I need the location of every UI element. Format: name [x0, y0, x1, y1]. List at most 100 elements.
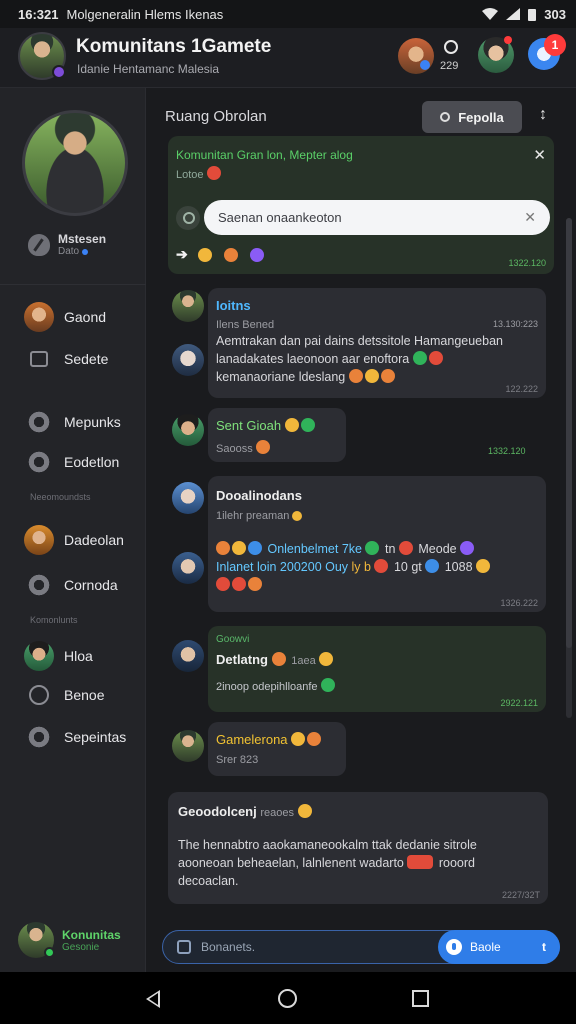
sidebar-divider [0, 284, 146, 285]
sidebar-footer[interactable]: Konunitas Gesonie [18, 922, 121, 958]
message-time: 2922.121 [500, 698, 538, 708]
recents-icon[interactable] [412, 990, 429, 1007]
message-avatar[interactable] [172, 290, 204, 322]
status-title: Molgeneralin Hlems Ikenas [66, 6, 224, 22]
sidebar-item-sedete[interactable]: Sedete [24, 351, 108, 367]
members-ring-icon[interactable] [444, 40, 458, 54]
message-sub-text: 2inoop odepihlloanfe [216, 681, 318, 693]
emoji-icon[interactable] [197, 247, 212, 262]
emoji-icon [284, 418, 299, 432]
sidebar-item-label: Eodetlon [64, 454, 120, 470]
emoji-icon [232, 541, 246, 555]
settings-icon [27, 450, 51, 474]
sidebar-item-gaond[interactable]: Gaond [24, 302, 106, 332]
sidebar-item-dadeolan[interactable]: Dadeolan [24, 525, 124, 555]
online-dot-icon [44, 947, 55, 958]
emoji-icon [255, 440, 270, 454]
message-bubble[interactable]: Sent Gioah Saooss [208, 408, 346, 462]
emoji-icon [425, 559, 440, 573]
message-avatar[interactable] [172, 482, 204, 514]
emoji-icon [216, 541, 230, 555]
sidebar-item-eodetlon[interactable]: Eodetlon [24, 450, 119, 474]
signal-icon [506, 8, 521, 20]
message-bubble[interactable]: Ioitns Ilens Bened 13.130:223 Aemtrakan … [208, 288, 546, 398]
emoji-icon [248, 577, 262, 591]
attach-icon[interactable] [177, 940, 191, 954]
emoji-icon[interactable] [223, 247, 238, 262]
emoji-icon [320, 678, 335, 692]
emoji-icon [428, 351, 443, 365]
message-sub-text: 1ilehr preaman [216, 510, 290, 522]
status-time: 16:321 [18, 6, 59, 22]
clear-icon[interactable]: ✕ [524, 209, 536, 226]
message-tag: Goowvi [216, 634, 250, 645]
send-button-label: Baole [470, 940, 501, 954]
message-time: 122.222 [505, 384, 538, 394]
sidebar-item-label: Benoe [64, 687, 105, 703]
sidebar-item-hloa[interactable]: Hloa [24, 641, 93, 671]
emoji-icon [319, 652, 334, 666]
message-avatar[interactable] [172, 552, 204, 584]
message-bubble[interactable]: Goowvi Detlatng 1aea 2inoop odepihlloanf… [208, 626, 546, 712]
message-avatar[interactable] [172, 344, 204, 376]
system-navbar [0, 972, 576, 1024]
status-system-icons: 303 [482, 7, 566, 22]
send-button[interactable]: Baole t [438, 930, 560, 964]
member-avatar-1[interactable] [398, 38, 434, 74]
message-text: Onlenbelmet 7ke tn Meode Inlanet loin 20… [216, 540, 538, 594]
message-author: Dooalinodans [216, 488, 302, 503]
user-avatar [18, 922, 55, 958]
message-bubble[interactable]: Geoodolcenj reaoes The hennabtro aaokama… [168, 792, 548, 904]
badge-icon [27, 725, 51, 749]
search-input[interactable]: Saenan onaankeoton ✕ [204, 200, 550, 235]
message-line-text: rooord [438, 856, 475, 870]
compass-icon [29, 685, 49, 705]
message-text: Aemtrakan dan pai dains detssitole Haman… [216, 332, 538, 386]
sidebar-item-mepunks[interactable]: Mepunks [24, 410, 121, 434]
profile-button[interactable]: Fepolla [422, 101, 522, 133]
emoji-icon [291, 732, 306, 746]
emoji-icon [460, 541, 475, 555]
message-line-text: lanadakates laeonoon aar enoftora [216, 352, 410, 366]
page-subtitle: Idanie Hentamanc Malesia [77, 62, 220, 76]
character-icon [24, 525, 54, 555]
message-bubble[interactable]: Dooalinodans 1ilehr preaman Onlenbelmet … [208, 476, 546, 612]
sidebar-section-label: Neeomoundsts [30, 492, 91, 502]
profile-status-text: Dato [58, 246, 80, 257]
forward-icon[interactable]: ➔ [176, 246, 188, 263]
message-highlight: Onlenbelmet 7ke [267, 542, 362, 556]
message-avatar[interactable] [172, 730, 204, 762]
member-online-dot [420, 60, 430, 70]
message-line: Inlanet loin 200200 Ouy ly b 10 gt 1088 [216, 558, 538, 576]
emoji-icon [365, 541, 380, 555]
sidebar-item-benoe[interactable]: Benoe [24, 685, 104, 705]
back-icon[interactable] [146, 990, 160, 1008]
message-line-text: Meode [418, 542, 457, 556]
home-icon[interactable] [278, 989, 297, 1008]
emoji-icon [364, 369, 379, 383]
message-author: Sent Gioah [216, 418, 317, 433]
search-icon[interactable] [176, 206, 200, 230]
emoji-icon [271, 652, 286, 666]
message-sub: 1ilehr preaman [216, 510, 304, 522]
emoji-icon [412, 351, 427, 365]
cog-icon [27, 573, 51, 597]
close-icon[interactable]: ✕ [533, 146, 546, 164]
profile-avatar[interactable] [22, 110, 128, 216]
message-bubble[interactable]: Gamelerona Srer 823 [208, 722, 346, 776]
message-avatar[interactable] [172, 640, 204, 672]
send-more-label: t [542, 940, 546, 954]
footer-title: Konunitas [62, 927, 121, 942]
menu-icon[interactable]: ↕ [530, 106, 556, 128]
message-avatar[interactable] [172, 414, 204, 446]
sidebar-item-label: Hloa [64, 648, 93, 664]
pinned-actions: ➔ [176, 246, 266, 263]
message-line-text: 1088 [444, 560, 473, 574]
sidebar-item-cornoda[interactable]: Cornoda [24, 573, 118, 597]
sidebar-item-sepeintas[interactable]: Sepeintas [24, 725, 126, 749]
emoji-icon [216, 577, 230, 591]
message-sub: Srer 823 [216, 754, 259, 766]
emoji-icon[interactable] [249, 247, 264, 262]
message-author-tail: reaoes [260, 807, 294, 819]
message-author-text: Sent Gioah [216, 418, 282, 433]
